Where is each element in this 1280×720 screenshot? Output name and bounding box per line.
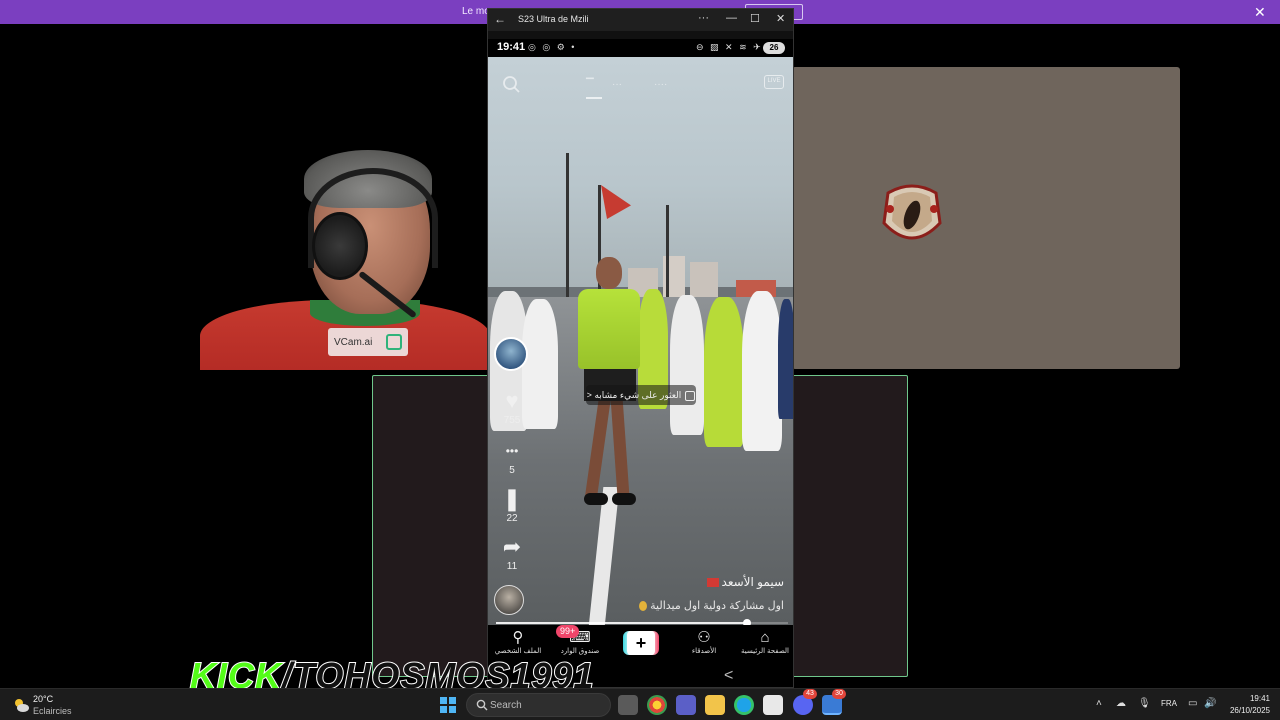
phone-link-badge: 30	[832, 689, 846, 699]
search-icon	[476, 699, 488, 711]
weather-temperature[interactable]: 20°C	[33, 694, 53, 704]
taskbar-search[interactable]: Search	[466, 693, 611, 717]
inbox-badge: 99+	[556, 625, 580, 638]
chevron-icon: <	[586, 390, 592, 400]
search-icon[interactable]	[502, 75, 520, 93]
bookmark-icon: ❚	[502, 486, 522, 511]
phone-mirror-window[interactable]: ← S23 Ultra de Mzili ··· — ☐ ✕ 19:41 ◎ ◎…	[487, 8, 794, 688]
search-placeholder: Search	[490, 700, 522, 711]
like-count: 755	[503, 415, 521, 426]
battery-icon: 26	[763, 42, 785, 54]
status-time: 19:41	[497, 41, 526, 53]
system-back-icon[interactable]: <	[724, 667, 733, 685]
desktop-screen: Le mo ✕ VCam.ai ← S23 Ultra de Mzili ···	[0, 0, 1280, 720]
bookmark-button[interactable]: ❚ 22	[494, 486, 530, 525]
task-view-icon[interactable]	[618, 695, 638, 715]
share-count: 11	[506, 561, 518, 572]
create-button[interactable]: +	[623, 631, 659, 655]
maximize-button[interactable]: ☐	[750, 12, 760, 25]
medal-icon	[639, 601, 648, 612]
tab-active[interactable]: ▔	[586, 79, 594, 90]
video-player[interactable]: ▔ ··· ···· LIVE العثور على شيء مشابه < ♥…	[488, 57, 793, 625]
bookmark-count: 22	[506, 513, 518, 524]
clock-date[interactable]: 26/10/2025	[1224, 706, 1270, 715]
weather-description[interactable]: Eclaircies	[33, 706, 72, 716]
weather-icon[interactable]	[12, 696, 30, 714]
caption-text: اول مشاركة دولية اول ميدالية	[650, 600, 784, 612]
plus-icon: +	[627, 631, 655, 655]
chrome-icon[interactable]	[647, 695, 667, 715]
share-icon: ➦	[502, 534, 522, 559]
tab-following[interactable]: ···	[612, 79, 622, 90]
comment-count: 5	[509, 465, 515, 476]
discord-badge: 43	[803, 689, 817, 699]
home-icon: ⌂	[760, 629, 770, 646]
live-icon[interactable]: LIVE	[764, 75, 784, 89]
vcam-logo-icon	[386, 334, 402, 350]
headset-earcup	[312, 212, 368, 280]
teams-icon[interactable]	[676, 695, 696, 715]
nav-profile[interactable]: ⚲ الملف الشخصي	[488, 629, 548, 655]
share-button[interactable]: ➦ 11	[494, 534, 530, 573]
find-similar-button[interactable]: العثور على شيء مشابه <	[586, 385, 696, 405]
network-icon[interactable]: ▭	[1188, 698, 1197, 709]
vcam-logo-text: VCam.ai	[334, 336, 373, 348]
window-title: S23 Ultra de Mzili	[518, 14, 589, 24]
nav-friends-label: الأصدقاء	[691, 648, 717, 655]
overlay-panel-right	[792, 67, 1180, 369]
tab-underline	[586, 97, 602, 99]
store-icon[interactable]	[763, 695, 783, 715]
status-system-icons: ⊖ ▨ ✕ ≋ ✈	[696, 42, 763, 52]
profile-icon: ⚲	[512, 629, 524, 646]
clock-time[interactable]: 19:41	[1236, 694, 1270, 703]
video-username[interactable]: سيمو الأسعد	[638, 575, 784, 589]
windows-taskbar: 20°C Eclaircies Search 43 30 ˄ ☁ 🎙 FRA ▭…	[0, 688, 1280, 720]
edge-icon[interactable]	[734, 695, 754, 715]
close-button[interactable]: ✕	[776, 12, 785, 25]
minimize-button[interactable]: —	[726, 12, 737, 24]
video-caption: اول مشاركة دولية اول ميدالية	[578, 599, 784, 612]
window-titlebar[interactable]: ← S23 Ultra de Mzili ··· — ☐ ✕	[488, 9, 793, 31]
nav-friends[interactable]: ⚇ الأصدقاء	[674, 629, 734, 655]
username-text: سيمو الأسعد	[721, 575, 784, 589]
comment-icon: •••	[505, 444, 519, 458]
more-options-icon[interactable]: ···	[698, 12, 709, 24]
like-button[interactable]: ♥ 755	[494, 388, 530, 427]
flag-icon	[706, 578, 719, 588]
onedrive-icon[interactable]: ☁	[1116, 698, 1126, 709]
nav-profile-label: الملف الشخصي	[494, 648, 542, 655]
nav-home[interactable]: ⌂ الصفحة الرئيسية	[735, 629, 793, 655]
creator-avatar[interactable]	[494, 337, 528, 371]
scan-icon	[685, 390, 696, 401]
find-similar-text: العثور على شيء مشابه	[594, 390, 682, 400]
tab-explore[interactable]: ····	[654, 79, 667, 90]
sound-avatar[interactable]	[494, 585, 524, 615]
emblem-icon	[882, 184, 942, 240]
phone-status-bar: 19:41 ◎ ◎ ⚙ • ⊖ ▨ ✕ ≋ ✈ 26	[488, 39, 793, 57]
status-notification-icons: ◎ ◎ ⚙ •	[528, 42, 577, 52]
nav-inbox-label: صندوق الوارد	[560, 648, 600, 655]
webcam-feed: VCam.ai	[200, 140, 490, 370]
banner-text: Le mo	[462, 6, 490, 17]
nav-home-label: الصفحة الرئيسية	[740, 648, 789, 655]
vcam-logo: VCam.ai	[328, 328, 408, 356]
microphone-icon[interactable]: 🎙	[1138, 698, 1151, 709]
tray-chevron-icon[interactable]: ˄	[1096, 698, 1102, 709]
comment-button[interactable]: ••• 5	[494, 439, 530, 476]
back-arrow-icon[interactable]: ←	[494, 12, 506, 26]
start-button[interactable]	[440, 697, 456, 713]
video-progress-fill	[496, 622, 748, 624]
heart-icon: ♥	[505, 388, 519, 413]
banner-close-icon[interactable]: ✕	[1254, 4, 1266, 20]
language-indicator[interactable]: FRA	[1161, 699, 1177, 708]
file-explorer-icon[interactable]	[705, 695, 725, 715]
feed-tabs[interactable]: ▔ ··· ····	[488, 77, 793, 97]
volume-icon[interactable]: 🔊	[1204, 698, 1216, 709]
friends-icon: ⚇	[697, 629, 711, 646]
